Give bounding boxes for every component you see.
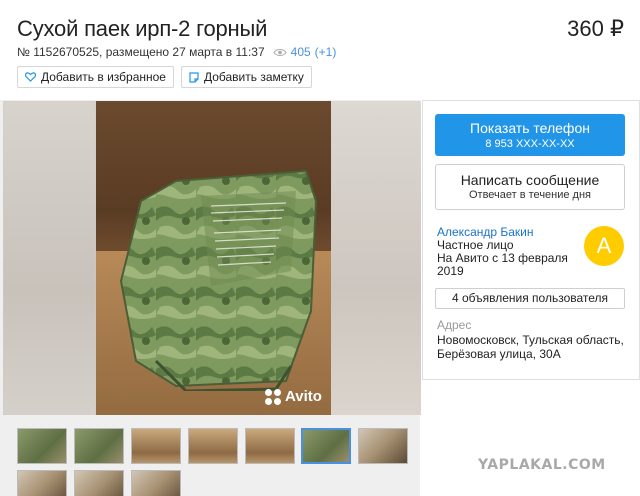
thumbnail[interactable]: [188, 428, 238, 464]
write-message-button[interactable]: Написать сообщение Отвечает в течение дн…: [435, 164, 625, 210]
listing-actions: Добавить в избранное Добавить заметку: [17, 66, 312, 88]
add-note-label: Добавить заметку: [203, 70, 304, 84]
thumbnail[interactable]: [131, 428, 181, 464]
photo-content: [96, 101, 331, 415]
note-icon: [189, 71, 199, 83]
thumbnail-active[interactable]: [301, 428, 351, 464]
address-value: Новомосковск, Тульская область, Берёзова…: [437, 333, 624, 361]
address-block: Адрес Новомосковск, Тульская область, Бе…: [437, 318, 627, 361]
thumbnail[interactable]: [131, 470, 181, 496]
thumbnail[interactable]: [358, 428, 408, 464]
add-note-button[interactable]: Добавить заметку: [180, 66, 312, 88]
thumbnail[interactable]: [17, 428, 67, 464]
thumbnail[interactable]: [245, 428, 295, 464]
add-to-favorites-label: Добавить в избранное: [41, 70, 166, 84]
show-phone-label: Показать телефон: [470, 120, 590, 136]
masked-phone: 8 953 XXX-XX-XX: [485, 138, 575, 150]
avito-logo-icon: [265, 388, 281, 405]
seller-info: Александр Бакин Частное лицо На Авито с …: [437, 226, 587, 278]
ration-packet-image: [119, 169, 318, 391]
thumbnail[interactable]: [74, 428, 124, 464]
photo-blur-right: [331, 101, 421, 415]
site-watermark: YAPLAKAL.COM: [478, 457, 606, 473]
listing-header: Сухой паек ирп-2 горный 360 ₽ № 11526705…: [0, 0, 640, 100]
listing-title: Сухой паек ирп-2 горный: [17, 16, 268, 41]
avatar[interactable]: А: [584, 226, 624, 266]
eye-icon: [273, 48, 287, 56]
photo-blur-left: [3, 101, 96, 415]
thumbnail[interactable]: [17, 470, 67, 496]
thumbnail[interactable]: [74, 470, 124, 496]
response-time: Отвечает в течение дня: [468, 189, 592, 201]
address-label: Адрес: [437, 318, 472, 332]
add-to-favorites-button[interactable]: Добавить в избранное: [17, 66, 174, 88]
views-count: 405: [290, 45, 311, 59]
avito-watermark: Avito: [265, 388, 322, 405]
heart-icon: [25, 72, 36, 82]
avito-watermark-text: Avito: [285, 388, 322, 405]
seller-ads-button[interactable]: 4 объявления пользователя: [435, 288, 625, 309]
show-phone-button[interactable]: Показать телефон 8 953 XXX-XX-XX: [435, 114, 625, 156]
views-delta: (+1): [314, 45, 337, 59]
seller-since: На Авито с 13 февраля 2019: [437, 251, 568, 278]
views-counter[interactable]: 405 (+1): [273, 45, 337, 59]
listing-price: 360 ₽: [567, 16, 624, 41]
main-photo[interactable]: Avito: [3, 101, 421, 415]
listing-number: № 1152670525, размещено 27 марта в 11:37: [17, 45, 265, 59]
write-message-label: Написать сообщение: [460, 172, 600, 188]
listing-meta: № 1152670525, размещено 27 марта в 11:37…: [17, 45, 336, 59]
